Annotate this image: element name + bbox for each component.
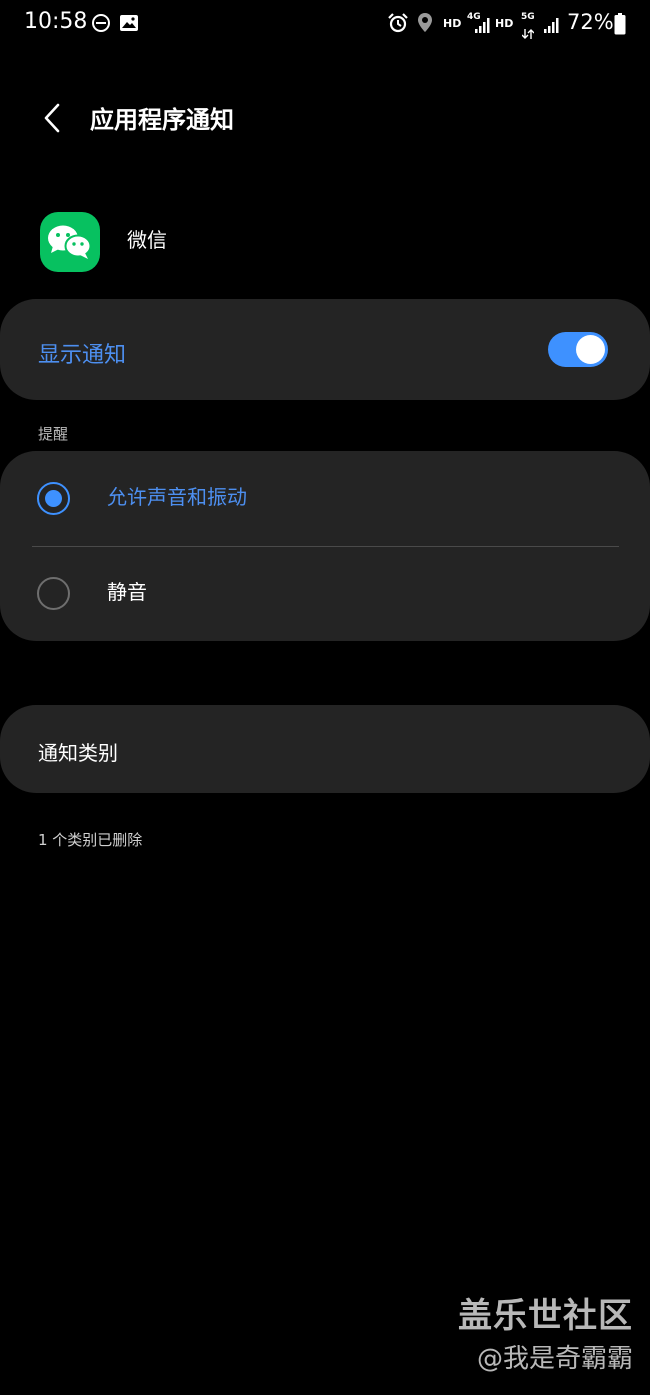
alarm-icon [387, 12, 409, 34]
divider [32, 546, 619, 547]
silent-option[interactable]: 静音 [107, 576, 147, 605]
sound-vibrate-option[interactable]: 允许声音和振动 [107, 481, 247, 510]
show-notifications-label: 显示通知 [38, 343, 127, 368]
wechat-icon [40, 212, 100, 272]
sound-vibrate-radio[interactable] [37, 482, 70, 515]
signal-icon-2 [543, 14, 559, 36]
network-5g-label: 5G [521, 12, 535, 22]
silent-radio[interactable] [37, 577, 70, 610]
watermark-user: @我是奇霸霸 [476, 1344, 633, 1374]
gallery-icon [119, 12, 139, 34]
battery-percent: 72% [567, 10, 614, 34]
toggle-knob [576, 335, 605, 364]
status-time: 10:58 [24, 9, 88, 34]
notification-categories-label: 通知类别 [38, 741, 118, 765]
alert-section-label: 提醒 [38, 425, 69, 443]
battery-icon [614, 13, 626, 35]
signal-icon-1 [474, 14, 490, 36]
chevron-left-icon [44, 103, 60, 133]
hd-label-2: HD [495, 17, 514, 30]
screen: 10:58 HD 4G HD 5G 72% 应用程序通知 微信 显示通知 提醒 … [0, 0, 650, 1395]
hd-label-1: HD [443, 17, 462, 30]
back-button[interactable] [32, 96, 72, 140]
show-notifications-toggle[interactable] [548, 332, 608, 367]
status-bar: 10:58 HD 4G HD 5G 72% [0, 0, 650, 48]
app-name: 微信 [127, 228, 167, 252]
data-arrows-icon [522, 23, 534, 45]
watermark-title: 盖乐世社区 [458, 1296, 633, 1336]
deleted-categories-note: 1 个类别已删除 [38, 831, 143, 849]
radio-selected-dot [45, 490, 62, 507]
page-title: 应用程序通知 [90, 106, 234, 134]
do-not-disturb-icon [91, 12, 111, 34]
location-icon [416, 12, 434, 34]
